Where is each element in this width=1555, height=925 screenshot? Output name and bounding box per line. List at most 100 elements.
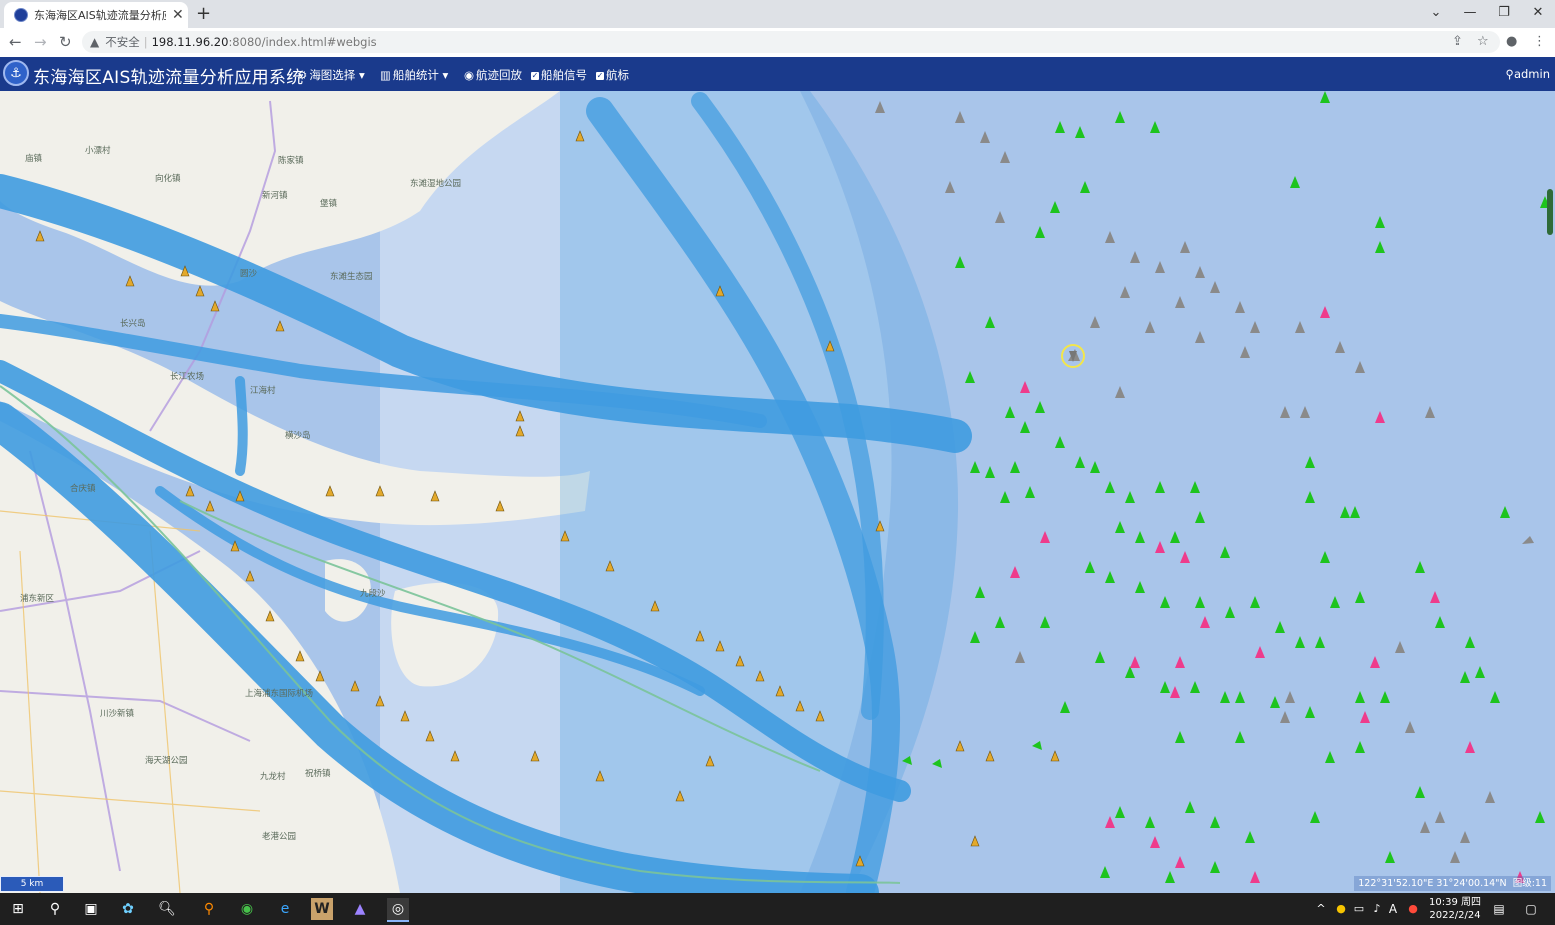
browser-menu-icon[interactable]: ⋮	[1533, 34, 1546, 49]
browser-360-icon[interactable]: ◉	[236, 898, 258, 920]
track-replay-button[interactable]: ◉ 航迹回放	[464, 67, 522, 83]
clock-date: 2022/2/24	[1429, 910, 1481, 921]
notification-icon[interactable]: ▢	[1520, 898, 1542, 920]
nav-mark-label: 航标	[606, 68, 629, 82]
label-miaozhen: 庙镇	[25, 153, 43, 164]
map-scale-bar: 5 km	[0, 876, 64, 892]
app-logo-icon: ⚓	[3, 60, 29, 86]
ship-stats-label: 船舶统计	[392, 68, 439, 82]
warning-icon[interactable]: ▲	[90, 35, 99, 49]
reload-icon[interactable]: ↻	[59, 33, 72, 51]
close-window-button[interactable]: ✕	[1521, 0, 1555, 28]
profile-icon[interactable]: ●	[1506, 34, 1517, 49]
search-icon[interactable]: ⚲	[44, 898, 66, 920]
label-dongtan-wetland: 东滩湿地公园	[410, 178, 461, 189]
label-heqing: 合庆镇	[70, 483, 96, 494]
magnifier-app-icon[interactable]: 🔍︎	[156, 898, 178, 920]
coordinate-text: 122°31'52.10"E 31°24'00.14"N	[1358, 878, 1507, 889]
browser-toolbar: ← → ↻ ▲ 不安全 | 198.11.96.20:8080/index.ht…	[0, 28, 1555, 58]
label-xianghua: 向化镇	[155, 173, 181, 184]
tab-title: 东海海区AIS轨迹流量分析应用系	[34, 9, 166, 22]
ships-gray	[875, 101, 1534, 863]
bookmark-star-icon[interactable]: ☆	[1477, 34, 1489, 49]
ships-green	[902, 91, 1550, 883]
label-xiaopiao: 小漂村	[85, 145, 111, 156]
clock-time: 10:39 周四	[1429, 897, 1481, 908]
search-app-icon[interactable]: ⚲	[198, 898, 220, 920]
windows-taskbar: ⊞ ⚲ ▣ ✿ 🔍︎ ⚲ ◉ e W ▲ ◎ ^ ● ▭ ♪ A ● 10:39…	[0, 893, 1555, 925]
ship-signal-checkbox[interactable]: ✓	[531, 72, 539, 80]
map-svg: 小漂村 向化镇 陈家镇 东滩湿地公园 长兴岛 横沙岛 九段沙 江海村 圆沙 长江…	[0, 91, 1550, 893]
label-baozhen: 堡镇	[320, 198, 338, 209]
share-icon[interactable]: ⇪	[1452, 34, 1463, 49]
new-tab-button[interactable]: +	[196, 3, 211, 24]
map-coordinate-readout: 122°31'52.10"E 31°24'00.14"N 图级:11	[1354, 876, 1551, 891]
label-chenjia: 陈家镇	[278, 155, 304, 166]
address-bar[interactable]: ▲ 不安全 | 198.11.96.20:8080/index.html#web…	[82, 31, 1500, 53]
url-path: :8080/index.html#webgis	[228, 35, 377, 49]
label-yuansha: 圆沙	[240, 269, 258, 279]
nav-mark-checkbox[interactable]: ✓	[596, 72, 604, 80]
user-menu[interactable]: ⚲admin	[1506, 67, 1550, 81]
app-icon-1[interactable]: ✿	[117, 898, 139, 920]
nav-mark-toggle[interactable]: ✓ 航标	[596, 67, 629, 83]
caret-down-icon: ▾	[438, 68, 449, 82]
user-icon: ⚲	[1505, 67, 1514, 81]
label-jiulong: 九龙村	[260, 771, 286, 782]
label-changxing: 长兴岛	[120, 318, 146, 329]
map-zoom-slider[interactable]	[1547, 189, 1553, 235]
url-host: 198.11.96.20	[151, 35, 229, 49]
windows-start-icon[interactable]: ⊞	[7, 898, 29, 920]
antivirus-icon[interactable]: ●	[1402, 898, 1424, 920]
chart-select-menu[interactable]: ⚙ 海图选择 ▾	[297, 67, 365, 83]
window-controls: ⌄ — ❐ ✕	[1419, 0, 1555, 28]
task-view-icon[interactable]: ▣	[80, 898, 102, 920]
chrome-taskbar-icon[interactable]: ◎	[387, 898, 409, 922]
ie-icon[interactable]: e	[274, 898, 296, 920]
browser-tab-strip: 东海海区AIS轨迹流量分析应用系 ✕ + ⌄ — ❐ ✕	[0, 0, 1555, 28]
system-clock[interactable]: 10:39 周四 2022/2/24	[1429, 896, 1481, 922]
minimize-button[interactable]: —	[1453, 0, 1487, 28]
ship-signal-toggle[interactable]: ✓ 船舶信号	[531, 67, 587, 83]
label-pudong-airport: 上海浦东国际机场	[245, 688, 313, 699]
label-haitianhu: 海天湖公园	[145, 755, 188, 766]
label-changjiang-farm: 长江农场	[170, 371, 204, 382]
username: admin	[1513, 67, 1550, 81]
photos-icon[interactable]: ▲	[349, 898, 371, 920]
label-zhuqiao: 祝桥镇	[305, 768, 331, 779]
tab-close-icon[interactable]: ✕	[172, 7, 184, 23]
play-circle-icon: ◉	[464, 68, 475, 82]
label-jianghai: 江海村	[250, 385, 276, 396]
zoom-level: 图级:11	[1512, 878, 1547, 889]
label-laogang-park: 老港公园	[262, 831, 296, 842]
ais-coverage-zone	[560, 91, 959, 893]
chart-select-label: 海图选择	[309, 68, 356, 82]
tab-search-icon[interactable]: ⌄	[1419, 0, 1453, 28]
label-xinhe: 新河镇	[262, 190, 288, 201]
wps-icon[interactable]: W	[311, 898, 333, 920]
caret-down-icon: ▾	[355, 68, 365, 82]
app-header: ⚓ 东海海区AIS轨迹流量分析应用系统 ⚙ 海图选择 ▾ ▥ 船舶统计 ▾ ◉ 航迹回…	[0, 57, 1555, 91]
forward-icon[interactable]: →	[34, 33, 47, 51]
tray-expand-icon[interactable]: ^	[1310, 898, 1332, 920]
ime-indicator[interactable]: A	[1382, 898, 1404, 920]
ship-stats-menu[interactable]: ▥ 船舶统计 ▾	[380, 67, 448, 83]
label-hengsha: 横沙岛	[285, 430, 311, 441]
security-label: 不安全	[105, 35, 140, 49]
notes-icon[interactable]: ▤	[1488, 898, 1510, 920]
back-icon[interactable]: ←	[9, 33, 22, 51]
label-pudong-new: 浦东新区	[20, 593, 55, 604]
app-title: 东海海区AIS轨迹流量分析应用系统	[33, 68, 304, 88]
bar-chart-icon: ▥	[380, 68, 391, 82]
label-chuansha: 川沙新镇	[100, 708, 135, 719]
restore-button[interactable]: ❐	[1487, 0, 1521, 28]
ship-signal-label: 船舶信号	[541, 68, 587, 82]
track-replay-label: 航迹回放	[476, 68, 523, 82]
site-favicon-icon	[14, 8, 28, 22]
label-jiuduansha: 九段沙	[360, 588, 386, 599]
gear-icon: ⚙	[297, 68, 308, 82]
browser-tab[interactable]: 东海海区AIS轨迹流量分析应用系 ✕	[4, 2, 188, 28]
ships-pink	[1010, 306, 1525, 883]
label-dongtan-eco: 东滩生态园	[330, 271, 373, 282]
map-canvas[interactable]: 小漂村 向化镇 陈家镇 东滩湿地公园 长兴岛 横沙岛 九段沙 江海村 圆沙 长江…	[0, 91, 1555, 893]
